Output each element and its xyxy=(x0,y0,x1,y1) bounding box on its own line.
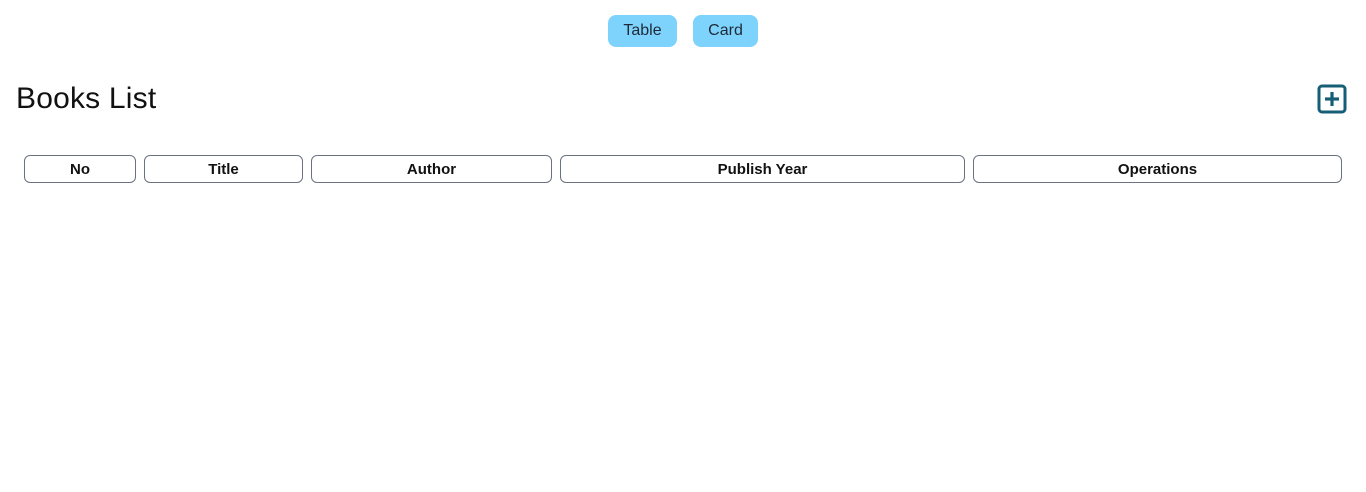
page-header: Books List xyxy=(16,76,1350,122)
card-view-button[interactable]: Card xyxy=(693,15,758,47)
page-title: Books List xyxy=(16,82,157,115)
table-view-button[interactable]: Table xyxy=(608,15,677,47)
plus-square-icon xyxy=(1317,84,1347,114)
add-book-button[interactable] xyxy=(1316,83,1348,115)
column-header-publish-year: Publish Year xyxy=(560,155,965,183)
column-header-title: Title xyxy=(144,155,303,183)
books-table: No Title Author Publish Year Operations xyxy=(24,155,1342,183)
column-header-author: Author xyxy=(311,155,552,183)
view-toggle: Table Card xyxy=(0,15,1366,47)
column-header-no: No xyxy=(24,155,136,183)
column-header-operations: Operations xyxy=(973,155,1342,183)
